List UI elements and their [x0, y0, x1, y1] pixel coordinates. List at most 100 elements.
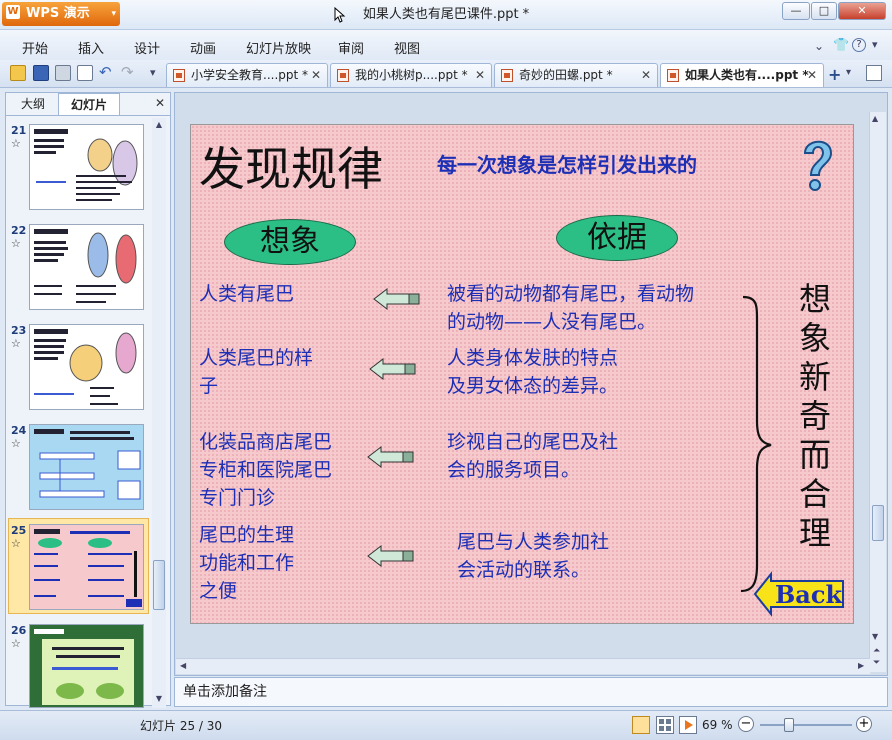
basis-item-3[interactable]: 珍视自己的尾巴及社 会的服务项目。 — [447, 428, 618, 484]
zoom-slider-handle[interactable] — [784, 718, 794, 732]
tab-slides[interactable]: 幻灯片 — [58, 93, 120, 115]
save-icon[interactable] — [33, 65, 49, 81]
zoom-out-button[interactable]: − — [738, 716, 754, 732]
chevron-down-icon[interactable]: ▾ — [872, 38, 878, 51]
close-tab-icon[interactable]: ✕ — [311, 64, 321, 86]
scroll-thumb[interactable] — [153, 560, 165, 610]
wps-app-label: WPS 演示 — [26, 6, 90, 21]
editor-horizontal-scrollbar[interactable]: ◀ ▶ — [176, 658, 870, 674]
slide-subtitle[interactable]: 每一次想象是怎样引发出来的 — [437, 149, 697, 178]
scroll-right-icon[interactable]: ▶ — [858, 661, 864, 670]
header-oval-basis[interactable]: 依据 — [556, 215, 678, 261]
arrow-left-icon — [369, 357, 417, 381]
zoom-slider[interactable] — [760, 724, 852, 726]
tab-document-2[interactable]: 我的小桃树p....ppt * ✕ — [330, 63, 492, 87]
maximize-button[interactable]: □ — [811, 2, 837, 20]
slide-sorter-icon[interactable] — [656, 716, 674, 734]
tab-document-3[interactable]: 奇妙的田螺.ppt * ✕ — [494, 63, 658, 87]
shirt-skin-icon[interactable]: 👕 — [833, 38, 849, 53]
slide-thumbnail-24[interactable] — [29, 424, 144, 510]
star-icon: ☆ — [11, 237, 21, 250]
slide-number: 21 — [11, 124, 27, 137]
close-tab-icon[interactable]: ✕ — [475, 64, 485, 86]
slide-number: 25 — [11, 524, 27, 537]
menu-review[interactable]: 审阅 — [338, 38, 364, 57]
menu-insert[interactable]: 插入 — [78, 38, 104, 57]
slide-thumbnail-25[interactable] — [29, 524, 144, 610]
open-folder-icon[interactable] — [10, 65, 26, 81]
imagination-item-4[interactable]: 尾巴的生理 功能和工作 之便 — [199, 521, 294, 605]
new-tab-icon[interactable]: + — [828, 65, 841, 84]
tab-document-1[interactable]: 小学安全教育....ppt * ✕ — [166, 63, 328, 87]
next-slide-icon[interactable]: ⏷ — [873, 658, 880, 668]
slide-thumbnail-23[interactable] — [29, 324, 144, 410]
tab-label: 奇妙的田螺.ppt * — [519, 68, 613, 82]
redo-icon[interactable]: ↷ — [121, 63, 134, 81]
previous-slide-icon[interactable]: ⏶ — [873, 646, 880, 656]
collapse-ribbon-icon[interactable]: ⌄ — [814, 39, 824, 53]
notes-area[interactable]: 单击添加备注 — [174, 677, 888, 707]
menu-bar: 开始 插入 设计 动画 幻灯片放映 审阅 视图 ⌄ 👕 ? ▾ — [0, 30, 892, 60]
basis-item-2[interactable]: 人类身体发肤的特点 及男女体态的差异。 — [447, 344, 618, 400]
slide-counter: 幻灯片 25 / 30 — [140, 719, 223, 733]
scroll-down-icon[interactable]: ▼ — [872, 632, 878, 641]
tab-list-icon[interactable] — [866, 65, 882, 81]
imagination-item-1[interactable]: 人类有尾巴 — [199, 280, 294, 308]
tab-label: 我的小桃树p....ppt * — [355, 68, 468, 82]
status-bar: 幻灯片 25 / 30 69 % − + — [0, 710, 892, 740]
slide-thumbnail-22[interactable] — [29, 224, 144, 310]
slides-panel-scrollbar[interactable]: ▲ ▼ — [152, 118, 166, 708]
menu-animation[interactable]: 动画 — [190, 38, 216, 57]
normal-view-icon[interactable] — [632, 716, 650, 734]
menu-design[interactable]: 设计 — [134, 38, 160, 57]
slideshow-play-icon[interactable] — [679, 716, 697, 734]
slide-number: 22 — [11, 224, 27, 237]
close-tab-icon[interactable]: ✕ — [807, 64, 817, 86]
scroll-up-icon[interactable]: ▲ — [872, 114, 878, 123]
tab-document-4[interactable]: 如果人类也有....ppt * ✕ — [660, 63, 824, 87]
tab-label: 如果人类也有....ppt * — [685, 68, 809, 82]
zoom-in-button[interactable]: + — [856, 716, 872, 732]
slide-thumbnail-26[interactable] — [29, 624, 144, 708]
scroll-thumb[interactable] — [872, 505, 884, 541]
back-button[interactable]: Back — [753, 571, 845, 617]
scroll-down-icon[interactable]: ▼ — [153, 694, 165, 704]
scroll-up-icon[interactable]: ▲ — [153, 120, 165, 130]
print-preview-icon[interactable] — [77, 65, 93, 81]
slide-thumbnail-21[interactable] — [29, 124, 144, 210]
ppt-file-icon — [501, 69, 513, 82]
zoom-level: 69 % — [702, 718, 733, 732]
star-icon: ☆ — [11, 437, 21, 450]
chevron-down-icon[interactable]: ▾ — [150, 66, 156, 79]
ppt-file-icon — [337, 69, 349, 82]
star-icon: ☆ — [11, 537, 21, 550]
close-tab-icon[interactable]: ✕ — [641, 64, 651, 86]
ppt-file-icon — [173, 69, 185, 82]
vertical-conclusion-text[interactable]: 想 象 新 奇 而 合 理 — [795, 280, 835, 553]
star-icon: ☆ — [11, 637, 21, 650]
undo-icon[interactable]: ↶ — [99, 63, 112, 81]
editor-vertical-scrollbar[interactable]: ▲ ▼ ⏶ ⏷ — [869, 112, 886, 672]
close-panel-icon[interactable]: ✕ — [155, 96, 165, 110]
slide-canvas[interactable]: 发现规律 每一次想象是怎样引发出来的 想象 依据 人类有尾巴 被看的动物都有尾巴… — [190, 124, 854, 624]
scroll-left-icon[interactable]: ◀ — [180, 661, 186, 670]
basis-item-1[interactable]: 被看的动物都有尾巴，看动物 的动物——人没有尾巴。 — [447, 280, 694, 336]
chevron-down-icon[interactable]: ▾ — [846, 67, 851, 78]
header-oval-imagination[interactable]: 想象 — [224, 219, 356, 265]
minimize-button[interactable]: — — [782, 2, 810, 20]
basis-item-4[interactable]: 尾巴与人类参加社 会活动的联系。 — [457, 528, 609, 584]
menu-start[interactable]: 开始 — [22, 38, 48, 57]
slide-number: 24 — [11, 424, 27, 437]
print-icon[interactable] — [55, 65, 71, 81]
help-icon[interactable]: ? — [852, 38, 866, 52]
menu-view[interactable]: 视图 — [394, 38, 420, 57]
arrow-left-icon — [373, 287, 421, 311]
imagination-item-2[interactable]: 人类尾巴的样子 — [199, 344, 313, 400]
close-button[interactable]: ✕ — [838, 2, 886, 20]
imagination-item-3[interactable]: 化装品商店尾巴 专柜和医院尾巴 专门门诊 — [199, 428, 332, 512]
toolbar: ↶ ↷ ▾ 小学安全教育....ppt * ✕ 我的小桃树p....ppt * … — [0, 60, 892, 88]
tab-outline[interactable]: 大纲 — [10, 93, 56, 115]
menu-slideshow[interactable]: 幻灯片放映 — [246, 38, 311, 57]
slide-title[interactable]: 发现规律 — [199, 133, 383, 199]
window-title: 如果人类也有尾巴课件.ppt * — [362, 7, 530, 22]
